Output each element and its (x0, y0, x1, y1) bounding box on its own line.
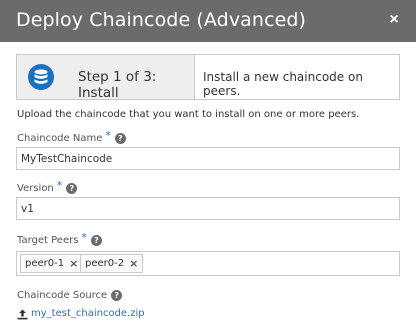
target-peers-label-text: Target Peers (17, 235, 79, 246)
step-label: Step 1 of 3: Install (78, 69, 157, 101)
version-input[interactable]: v1 (16, 197, 400, 220)
current-step: Step 1 of 3: Install (17, 55, 195, 101)
chaincode-source-label-text: Chaincode Source (17, 290, 108, 301)
chaincode-source-label: Chaincode Source ? (17, 290, 123, 301)
help-icon[interactable]: ? (66, 183, 78, 194)
database-icon (28, 64, 54, 90)
step-description: Install a new chaincode on peers. (203, 70, 363, 98)
target-peers-input[interactable]: peer0-1 × peer0-2 × (16, 251, 400, 276)
close-icon[interactable]: × (386, 11, 402, 29)
chaincode-name-label: Chaincode Name * ? (17, 129, 126, 145)
help-icon[interactable]: ? (90, 235, 102, 246)
peer-chip-label: peer0-1 (25, 258, 65, 269)
help-icon[interactable]: ? (111, 290, 123, 301)
peer-chip: peer0-2 × (80, 254, 144, 273)
stepper: Step 1 of 3: Install Install a new chain… (16, 54, 400, 101)
chaincode-name-label-text: Chaincode Name (17, 133, 103, 144)
version-label-text: Version (17, 183, 54, 194)
upload-icon[interactable] (17, 307, 28, 325)
required-marker: * (105, 129, 111, 142)
intro-text: Upload the chaincode that you want to in… (17, 109, 360, 120)
dialog-title: Deploy Chaincode (Advanced) (16, 9, 307, 31)
remove-chip-icon[interactable]: × (129, 257, 138, 270)
remove-chip-icon[interactable]: × (69, 257, 78, 270)
chaincode-name-input[interactable]: MyTestChaincode (16, 147, 400, 170)
peer-chip: peer0-1 × (20, 254, 84, 273)
version-label: Version * ? (17, 179, 78, 195)
required-marker: * (56, 179, 63, 192)
chaincode-file-link[interactable]: my_test_chaincode.zip (31, 308, 145, 319)
required-marker: * (81, 231, 87, 244)
dialog-header: Deploy Chaincode (Advanced) × (0, 0, 416, 42)
peer-chip-label: peer0-2 (85, 258, 125, 269)
help-icon[interactable]: ? (114, 133, 126, 144)
target-peers-label: Target Peers * ? (17, 231, 102, 247)
